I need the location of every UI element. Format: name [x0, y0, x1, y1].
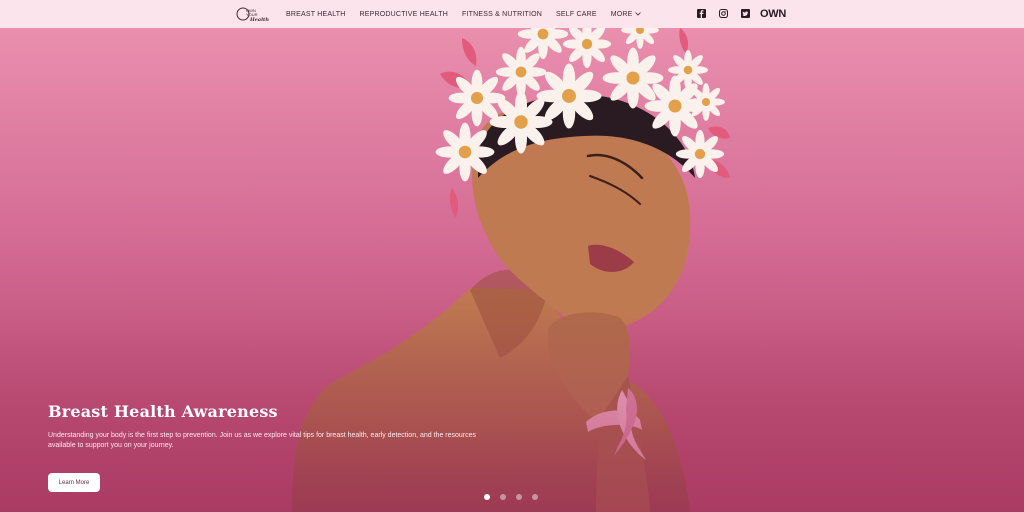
own-network-logo[interactable]: OWN [760, 8, 786, 20]
logo-line-3: Health [249, 17, 269, 23]
nav-breast-health[interactable]: BREAST HEALTH [286, 11, 346, 18]
nav-more-label: MORE [610, 10, 633, 18]
carousel-dot-2[interactable] [500, 494, 506, 500]
hero-title: Breast Health Awareness [48, 402, 278, 421]
carousel-dot-4[interactable] [532, 494, 538, 500]
carousel-pagination [484, 494, 538, 500]
chevron-down-icon [634, 12, 641, 16]
nav-self-care[interactable]: SELF CARE [556, 11, 597, 18]
carousel-dot-1[interactable] [484, 494, 490, 500]
learn-more-button[interactable]: Learn More [48, 473, 100, 492]
instagram-icon[interactable] [719, 9, 728, 18]
nav-fitness-nutrition[interactable]: FITNESS & NUTRITION [462, 11, 542, 18]
hero-carousel: Breast Health Awareness Understanding yo… [0, 28, 1024, 512]
nav-more-dropdown[interactable]: MORE [611, 11, 641, 18]
main-nav: BREAST HEALTH REPRODUCTIVE HEALTH FITNES… [286, 0, 641, 28]
top-navigation-bar: OWN YOUR Health BREAST HEALTH REPRODUCTI… [0, 0, 1024, 28]
facebook-icon[interactable] [697, 9, 706, 18]
nav-reproductive-health[interactable]: REPRODUCTIVE HEALTH [360, 11, 448, 18]
hero-description: Understanding your body is the first ste… [48, 432, 477, 449]
own-your-health-logo[interactable]: OWN YOUR Health [236, 5, 270, 23]
carousel-dot-3[interactable] [516, 494, 522, 500]
twitter-icon[interactable] [741, 9, 750, 18]
social-links [697, 9, 750, 18]
